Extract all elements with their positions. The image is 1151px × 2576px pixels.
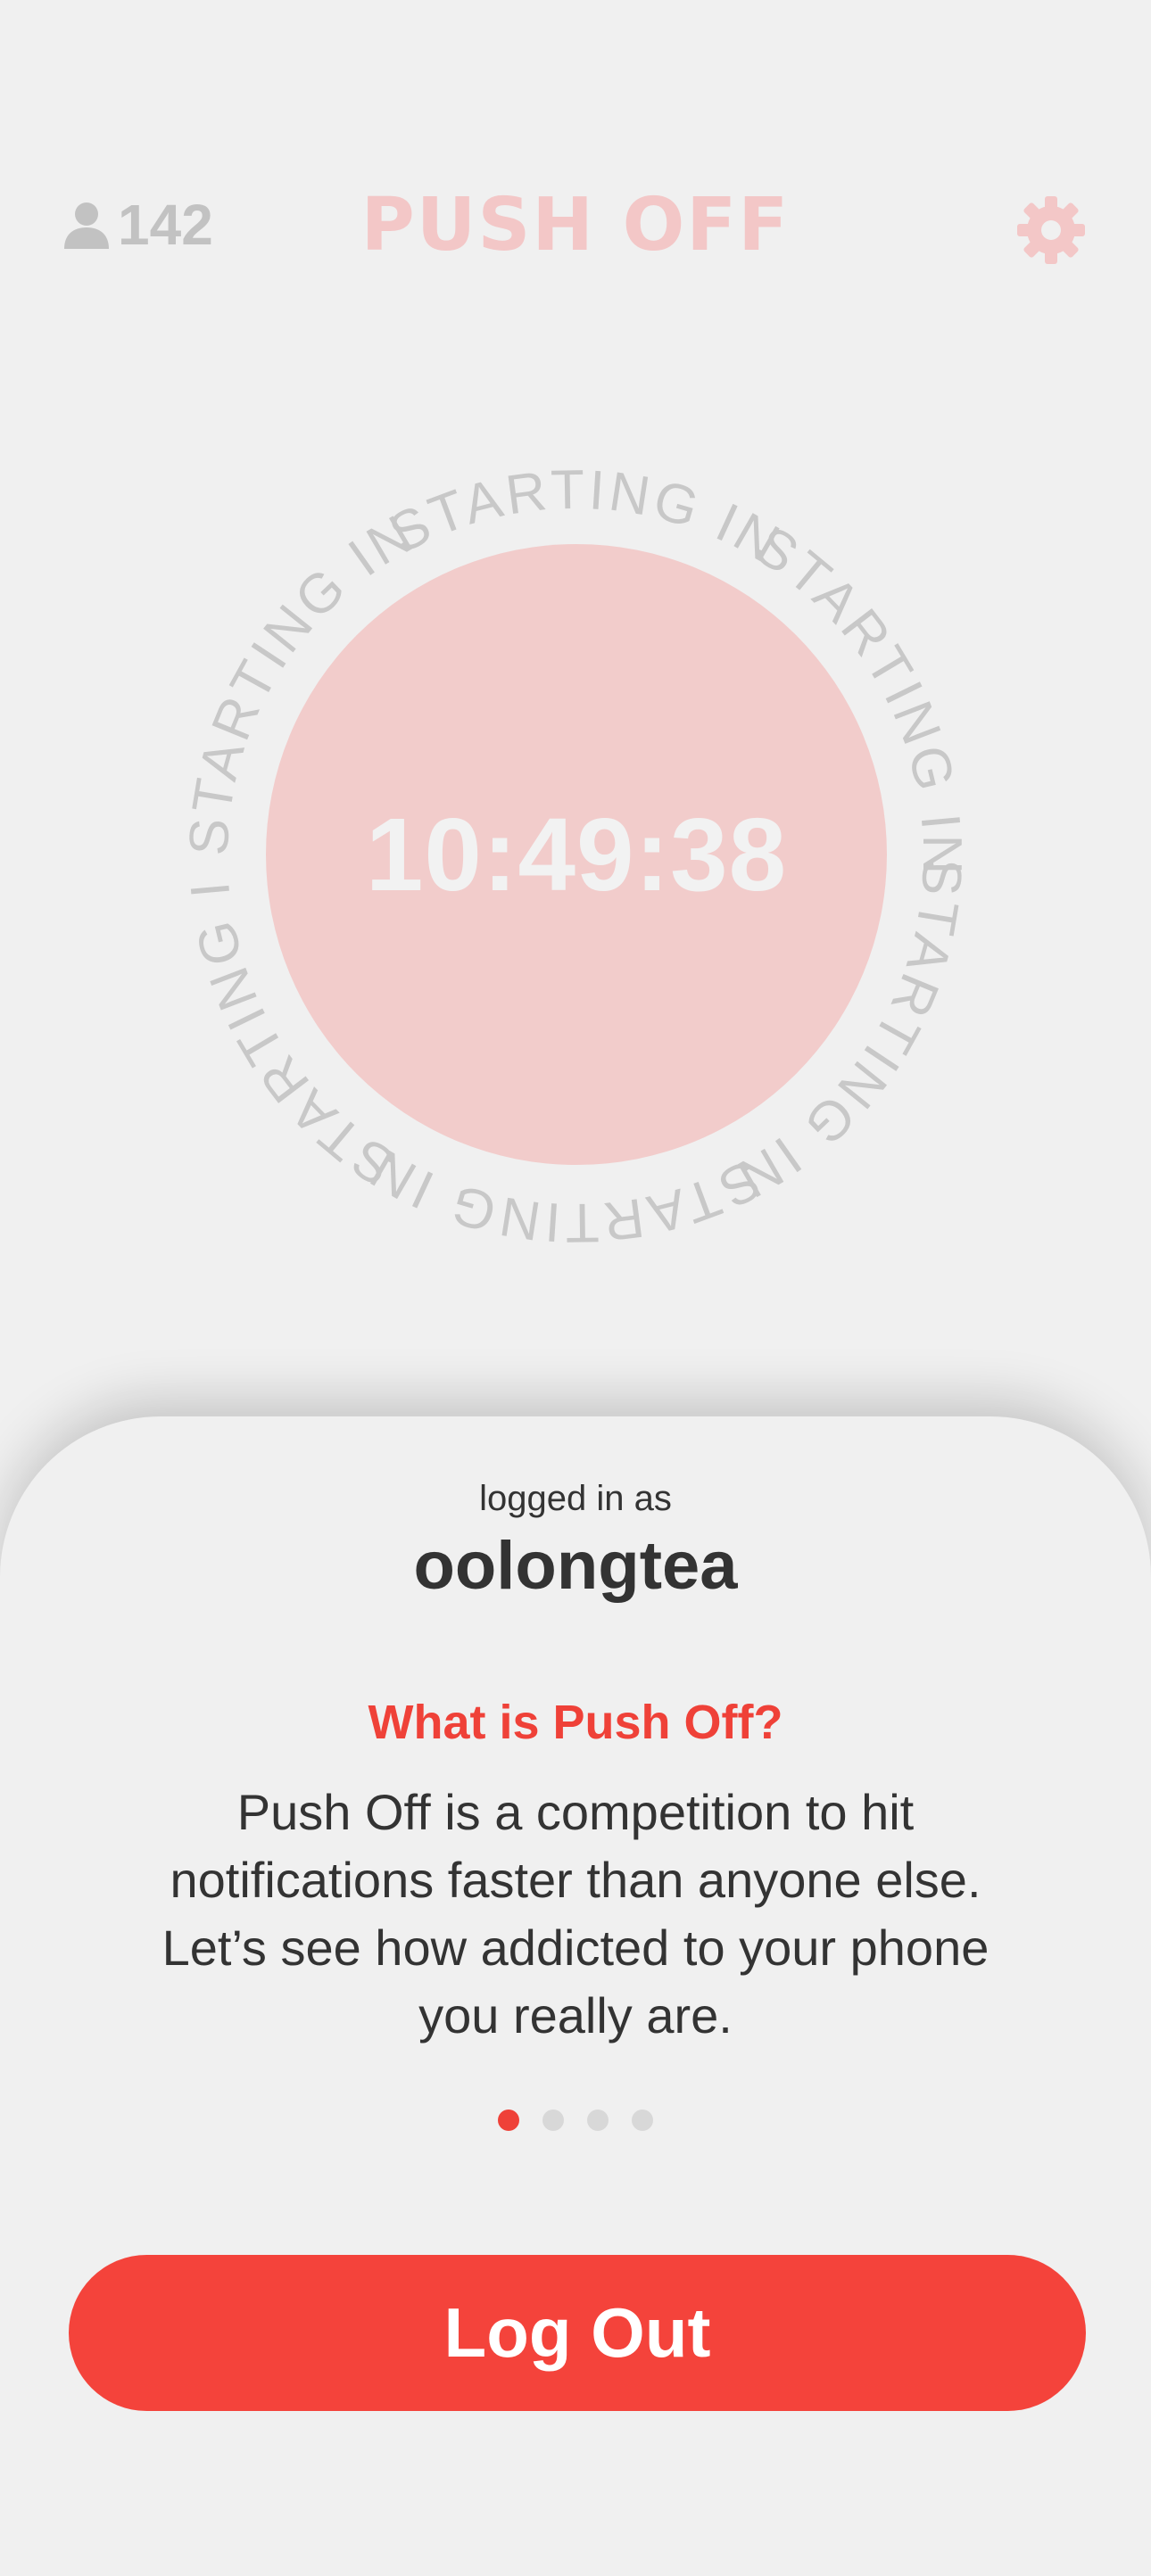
logged-in-label: logged in as [479, 1479, 672, 1518]
page-dot[interactable] [542, 2110, 564, 2131]
settings-button[interactable] [1015, 194, 1087, 266]
info-body: Push Off is a competition to hit notific… [161, 1784, 990, 2043]
timer-circle: 10:49:38 [266, 544, 887, 1165]
gear-icon [1015, 196, 1087, 269]
logout-button[interactable]: Log Out [69, 2255, 1086, 2411]
page-dot[interactable] [587, 2110, 609, 2131]
page-dot[interactable] [632, 2110, 653, 2131]
page-dot[interactable] [498, 2110, 519, 2131]
header-bar: 142 PUSH OFF [0, 0, 1151, 294]
info-title: What is Push Off? [368, 1696, 783, 1749]
countdown-timer: STARTING IN STARTING IN STARTING IN STAR… [174, 455, 977, 1258]
page-indicator[interactable] [0, 2110, 1151, 2131]
account-sheet: logged in as oolongtea What is Push Off?… [0, 1416, 1151, 2576]
username: oolongtea [413, 1528, 738, 1604]
app-title: PUSH OFF [360, 183, 791, 268]
countdown-value: 10:49:38 [365, 797, 788, 912]
